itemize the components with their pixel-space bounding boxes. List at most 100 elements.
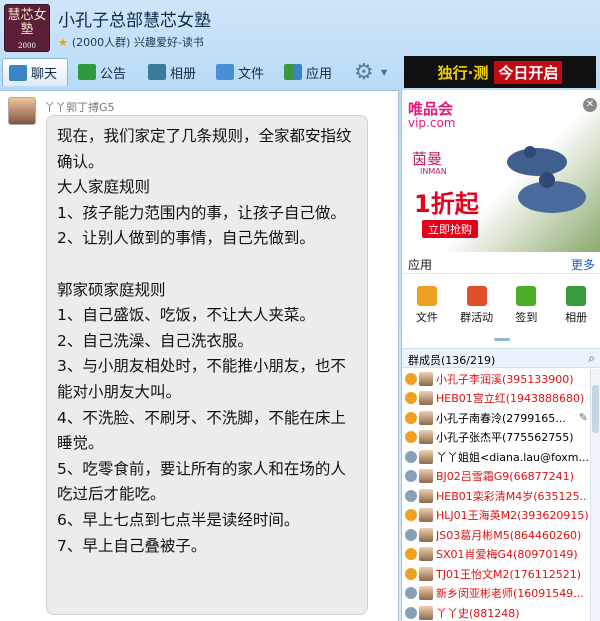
tab-notice-label: 公告 <box>100 66 127 82</box>
tab-chat[interactable]: 聊天 <box>2 58 68 86</box>
member-name: 丫丫姐姐<diana.lau@foxm... <box>436 450 588 464</box>
app-album[interactable]: 相册 <box>554 286 598 330</box>
tab-file[interactable]: 文件 <box>210 58 270 86</box>
member-name: 新乡闵亚彬老师(16091549... <box>436 587 584 601</box>
chevron-down-icon[interactable]: ▼ <box>381 68 387 77</box>
member-row[interactable]: BJ02吕雪霜G9(66877241) <box>402 467 588 487</box>
vip-url-text: vip.com <box>408 116 456 130</box>
message-text: 现在，我们家定了几条规则，全家都安指纹确认。 大人家庭规则 1、孩子能力范围内的… <box>57 127 352 555</box>
flag-icon <box>466 286 487 306</box>
app-group-activity[interactable]: 群活动 <box>455 286 499 330</box>
rank-badge-icon <box>405 470 417 483</box>
rank-badge-icon <box>405 489 417 502</box>
group-subtitle-text: (2000人群) 兴趣爱好-读书 <box>71 36 204 49</box>
top-banner-ad[interactable]: 独行·测 今日开启 <box>404 56 596 88</box>
rank-badge-icon <box>405 587 417 600</box>
top-ad-text-2: 今日开启 <box>494 60 563 84</box>
page-indicator[interactable] <box>494 338 510 341</box>
brand-name-en: INMAN <box>420 167 447 176</box>
member-scrollbar[interactable] <box>590 369 600 621</box>
folder-icon <box>216 64 234 80</box>
tab-chat-label: 聊天 <box>31 67 58 82</box>
member-avatar <box>419 371 433 386</box>
member-row[interactable]: JS03葛月彬M5(864460260) <box>402 525 588 545</box>
group-logo[interactable]: 慧芯女塾 2000 <box>4 4 50 52</box>
app-file[interactable]: 文件 <box>405 286 449 330</box>
tab-apps[interactable]: 应用 <box>278 58 338 86</box>
member-avatar <box>419 469 433 484</box>
app-album-label: 相册 <box>565 311 588 324</box>
member-name: HEB01宫立红(1943888680) <box>436 392 585 406</box>
rank-badge-icon <box>405 606 417 619</box>
apps-more-link[interactable]: 更多 <box>571 256 595 273</box>
members-count: 群成员(136/219) <box>408 354 496 367</box>
sender-avatar[interactable] <box>8 97 36 125</box>
member-name: 丫丫史(881248) <box>436 606 520 620</box>
member-row[interactable]: 小孔子张杰平(775562755) <box>402 428 588 448</box>
member-avatar <box>419 391 433 406</box>
chat-icon <box>9 64 27 81</box>
group-logo-text: 慧芯女塾 <box>7 8 47 37</box>
member-avatar <box>419 410 433 425</box>
apps-header: 应用 更多 <box>402 252 600 274</box>
right-panel: 唯品会 vip.com ✕ 茵曼 INMAN 1折起 立即抢购 应用 更多 文件… <box>401 90 600 621</box>
member-row[interactable]: HEB01宫立红(1943888680) <box>402 389 588 409</box>
member-name: HEB01栾彩清M4岁(635125... <box>436 489 588 503</box>
group-subtitle: ★ (2000人群) 兴趣爱好-读书 <box>58 34 204 50</box>
member-list: 小孔子李润溪(395133900) HEB01宫立红(1943888680) 小孔子… <box>402 369 588 621</box>
rank-badge-icon <box>405 372 417 385</box>
member-row[interactable]: HEB01栾彩清M4岁(635125... <box>402 486 588 506</box>
member-avatar <box>419 449 433 464</box>
member-row[interactable]: SX01肖爱梅G4(80970149) <box>402 545 588 565</box>
member-name: JS03葛月彬M5(864460260) <box>436 528 582 542</box>
member-name: 小孔子张杰平(775562755) <box>436 431 574 445</box>
photo-icon <box>566 286 587 306</box>
member-row[interactable]: 小孔子李润溪(395133900) <box>402 369 588 389</box>
members-header: 群成员(136/219) ⌕ <box>402 348 600 368</box>
gear-icon[interactable]: ⚙ <box>354 60 374 85</box>
checkmark-icon <box>516 286 537 306</box>
member-avatar <box>419 586 433 601</box>
side-ad[interactable]: 唯品会 vip.com ✕ 茵曼 INMAN 1折起 立即抢购 <box>402 92 600 252</box>
apps-grid-icon <box>284 64 302 80</box>
star-icon: ★ <box>58 36 68 49</box>
rank-badge-icon <box>405 450 417 463</box>
member-avatar <box>419 566 433 581</box>
app-file-label: 文件 <box>415 311 438 324</box>
member-row[interactable]: 丫丫史(881248) <box>402 603 588 621</box>
search-icon[interactable]: ⌕ <box>588 351 595 366</box>
message-bubble: 现在，我们家定了几条规则，全家都安指纹确认。 大人家庭规则 1、孩子能力范围内的… <box>46 115 368 615</box>
member-row[interactable]: 丫丫姐姐<diana.lau@foxm... <box>402 447 588 467</box>
chat-area: 丫丫郭丁搏G5 现在，我们家定了几条规则，全家都安指纹确认。 大人家庭规则 1、… <box>0 90 399 621</box>
member-row[interactable]: 小孔子南春泠(2799165... ✎ <box>402 408 588 428</box>
tab-album-label: 相册 <box>170 66 197 82</box>
rank-badge-icon <box>405 411 417 424</box>
brand-name: 茵曼 <box>412 150 443 168</box>
buy-now-button[interactable]: 立即抢购 <box>422 220 478 238</box>
rank-badge-icon <box>405 392 417 405</box>
member-avatar <box>419 508 433 523</box>
member-row[interactable]: TJ01王怡文M2(176112521) <box>402 564 588 584</box>
rank-badge-icon <box>405 509 417 522</box>
tab-file-label: 文件 <box>238 66 265 82</box>
tab-album[interactable]: 相册 <box>142 58 202 86</box>
toolbar: 聊天 公告 相册 文件 应用 ⚙ ▼ <box>0 58 400 88</box>
member-row[interactable]: 新乡闵亚彬老师(16091549... <box>402 584 588 604</box>
member-name: HLJ01王海英M2(393620915) <box>436 509 588 523</box>
app-checkin-label: 签到 <box>515 311 538 324</box>
member-row[interactable]: HLJ01王海英M2(393620915) <box>402 506 588 526</box>
tab-notice[interactable]: 公告 <box>72 58 132 86</box>
edit-icon[interactable]: ✎ <box>579 411 588 424</box>
group-logo-year: 2000 <box>18 42 36 50</box>
apps-row: 文件 群活动 签到 相册 <box>402 286 600 330</box>
group-title: 小孔子总部慧芯女塾 <box>58 11 211 31</box>
megaphone-icon <box>78 64 96 80</box>
scrollbar-thumb[interactable] <box>592 385 599 433</box>
close-icon[interactable]: ✕ <box>583 98 597 112</box>
top-ad-text-1: 独行·测 <box>437 63 489 82</box>
rank-badge-icon <box>405 431 417 444</box>
app-checkin[interactable]: 签到 <box>504 286 548 330</box>
member-avatar <box>419 527 433 542</box>
member-name: TJ01王怡文M2(176112521) <box>436 567 582 581</box>
sender-name[interactable]: 丫丫郭丁搏G5 <box>44 99 115 115</box>
